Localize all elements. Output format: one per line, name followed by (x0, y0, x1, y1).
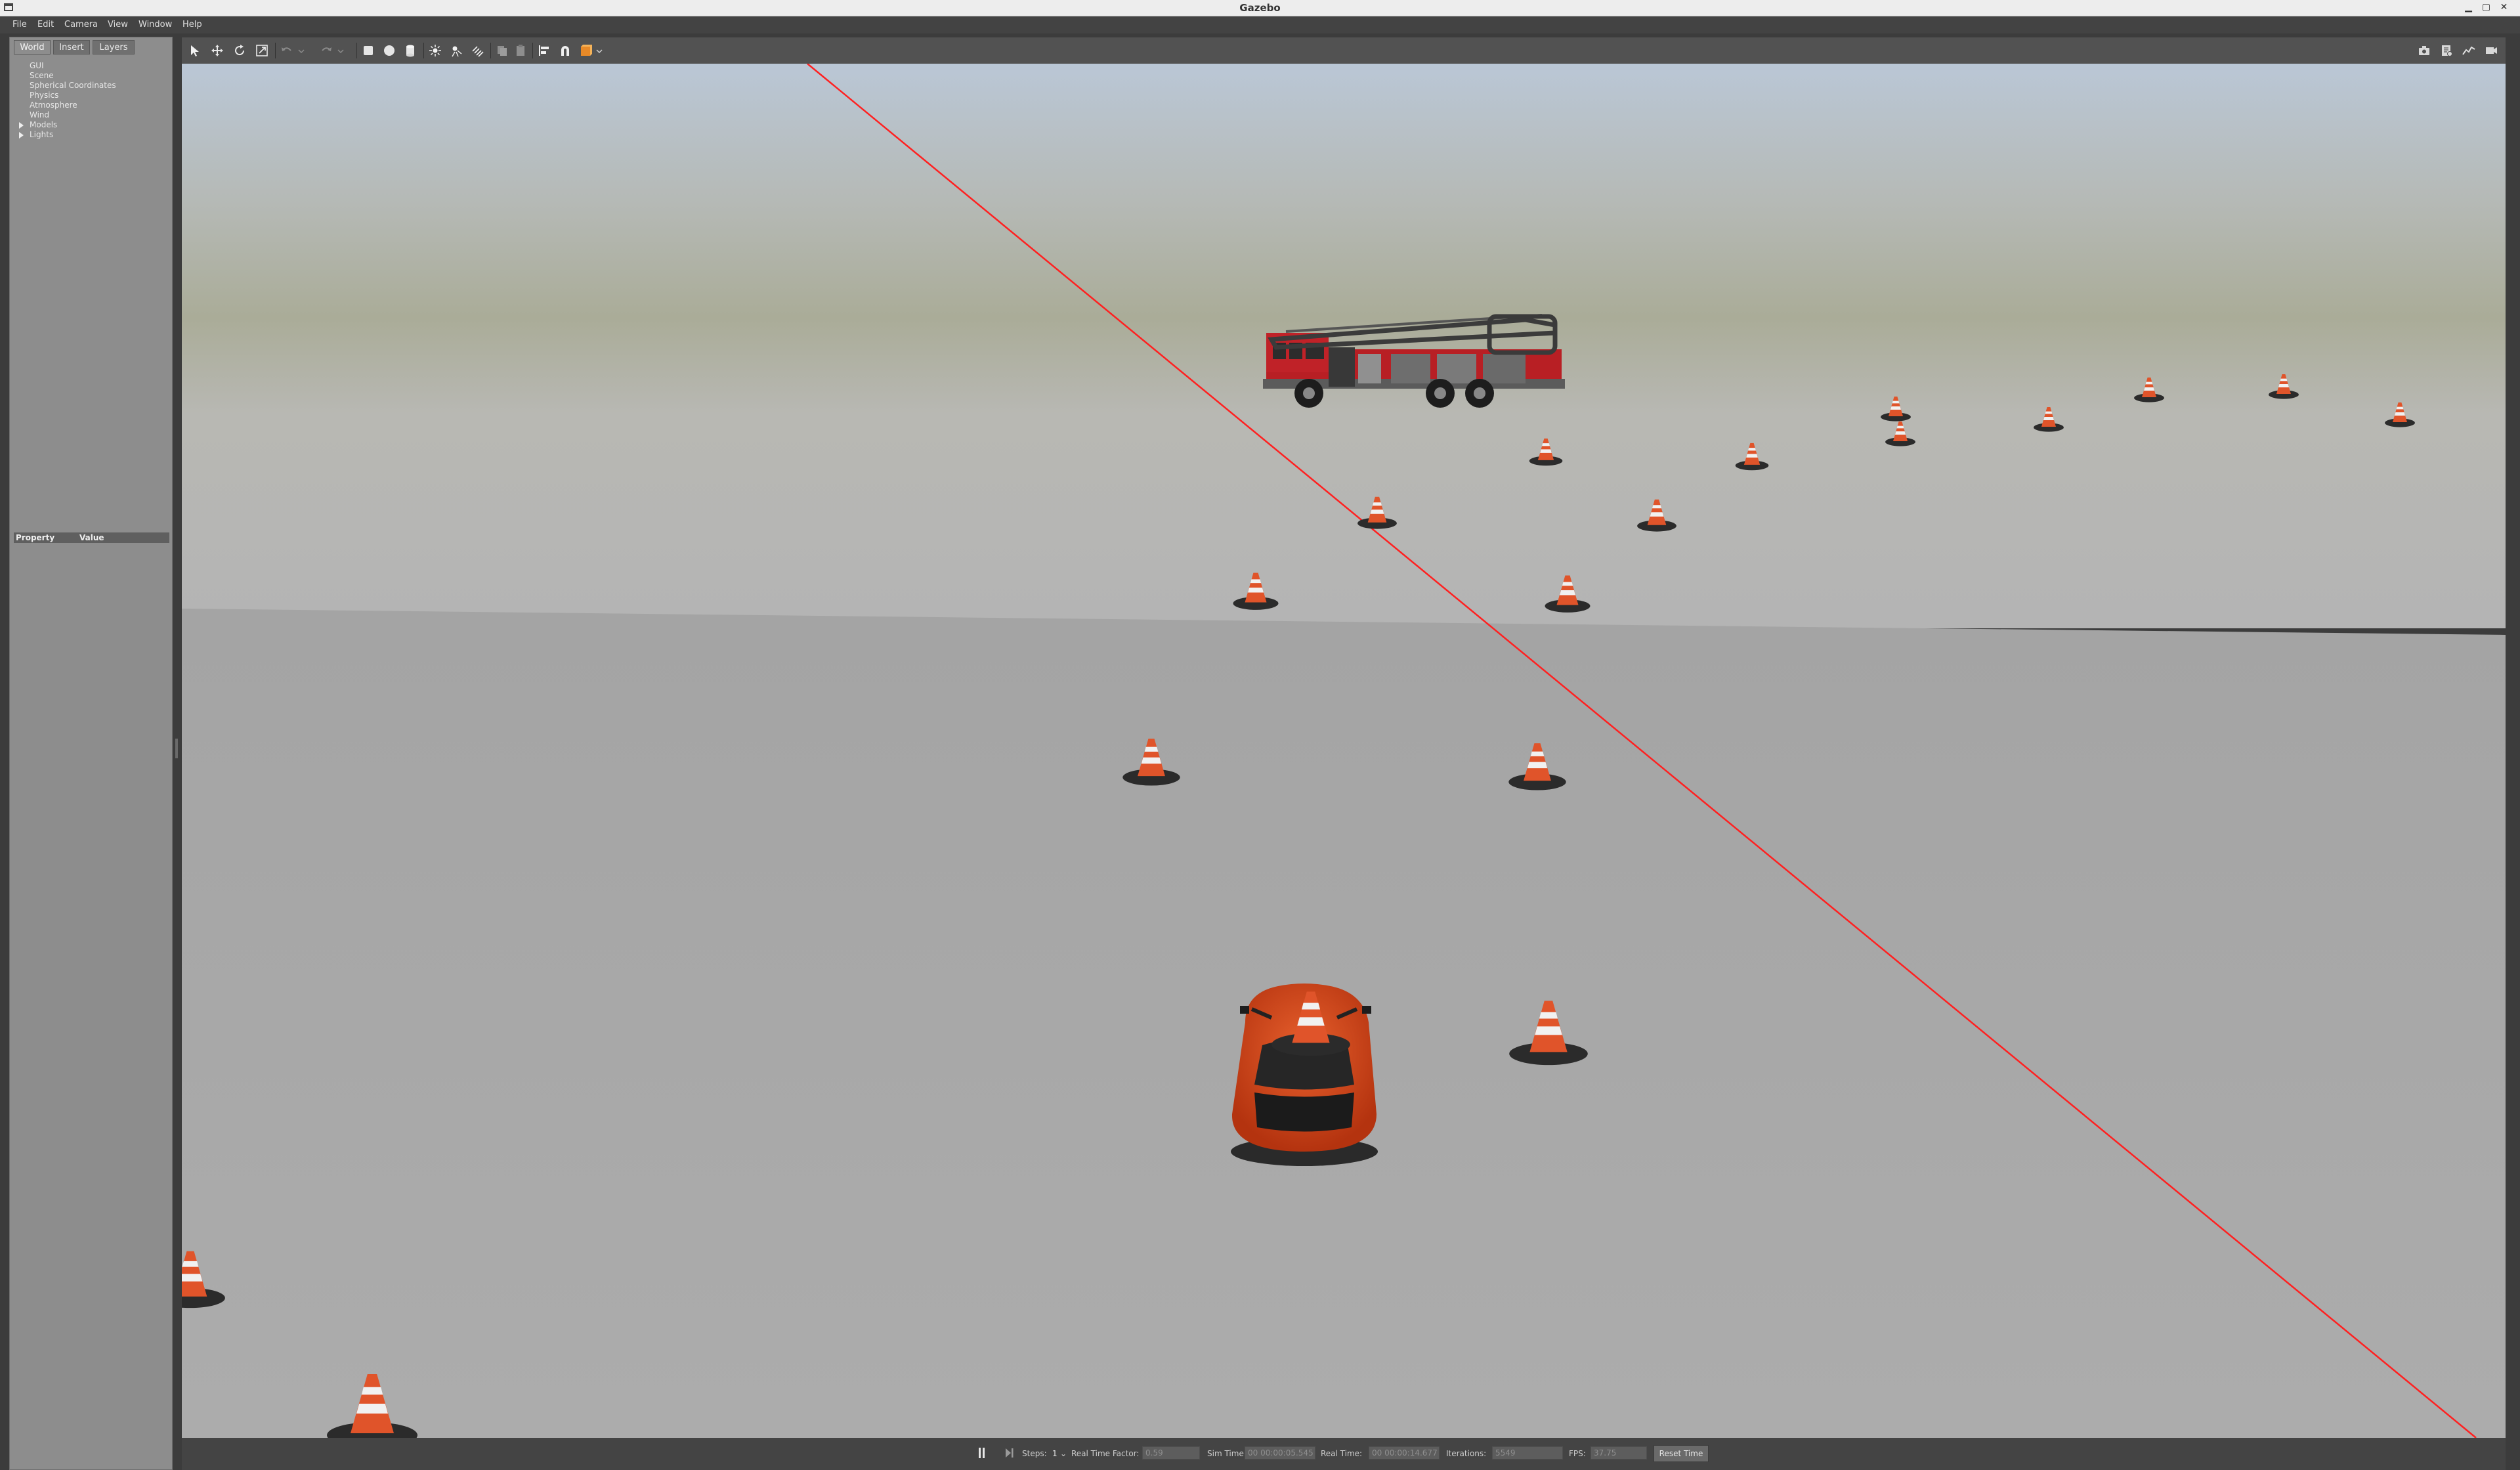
paste-icon[interactable] (514, 44, 527, 57)
menu-help[interactable]: Help (182, 20, 202, 30)
sim-time-field: 00 00:00:05.545 (1245, 1446, 1315, 1459)
undo-history-chevron-icon[interactable] (297, 44, 305, 57)
sphere-shape-icon[interactable] (383, 44, 396, 57)
sim-time-label: Sim Time: (1207, 1449, 1247, 1458)
align-icon[interactable] (538, 44, 551, 57)
menu-edit[interactable]: Edit (37, 20, 54, 30)
plot-icon[interactable] (2462, 44, 2475, 57)
change-view-chevron-icon[interactable] (595, 44, 603, 57)
snap-magnet-icon[interactable] (559, 44, 572, 57)
undo-icon[interactable] (280, 44, 293, 57)
rotate-mode-icon[interactable] (233, 44, 246, 57)
panel-splitter-handle[interactable] (175, 739, 178, 758)
redo-history-chevron-icon[interactable] (337, 44, 345, 57)
steps-value[interactable]: 1 (1052, 1449, 1057, 1458)
expand-models-icon[interactable] (19, 122, 24, 129)
log-icon[interactable] (2440, 44, 2453, 57)
screenshot-camera-icon[interactable] (2418, 44, 2431, 57)
left-panel: World Insert Layers GUI Scene Spherical … (9, 37, 173, 1470)
scene-render[interactable] (182, 64, 2506, 1438)
real-time-field: 00 00:00:14.677 (1369, 1446, 1440, 1459)
tab-world[interactable]: World (14, 40, 51, 54)
tab-insert[interactable]: Insert (53, 40, 90, 54)
copy-icon[interactable] (496, 44, 509, 57)
box-shape-icon[interactable] (362, 44, 375, 57)
3d-viewport[interactable] (182, 64, 2506, 1438)
tree-item-wind[interactable]: Wind (30, 110, 49, 119)
tree-item-physics[interactable]: Physics (30, 91, 58, 100)
toolbar-separator (356, 43, 357, 58)
tree-item-gui[interactable]: GUI (30, 61, 44, 70)
tree-item-atmosphere[interactable]: Atmosphere (30, 100, 77, 110)
toolbar-separator (423, 43, 424, 58)
iterations-field: 5549 (1492, 1446, 1563, 1459)
tab-layers[interactable]: Layers (93, 40, 135, 54)
value-column-header: Value (79, 533, 104, 542)
menu-window[interactable]: Window (139, 20, 172, 30)
real-time-factor-field: 0.59 (1142, 1446, 1200, 1459)
tree-item-models[interactable]: Models (30, 120, 57, 129)
steps-chevron-icon[interactable]: ⌄ (1060, 1449, 1067, 1458)
pause-icon[interactable] (978, 1448, 986, 1458)
close-icon[interactable]: ✕ (2498, 2, 2509, 13)
real-time-factor-label: Real Time Factor: (1071, 1449, 1140, 1458)
fps-label: FPS: (1569, 1449, 1586, 1458)
steps-label: Steps: (1022, 1449, 1047, 1458)
property-column-header: Property (16, 533, 55, 542)
real-time-label: Real Time: (1321, 1449, 1363, 1458)
spot-light-icon[interactable] (450, 44, 463, 57)
toolbar-separator (275, 43, 276, 58)
menu-bar: File Edit Camera View Window Help (0, 16, 2520, 33)
redo-icon[interactable] (320, 44, 333, 57)
toolbar-separator (490, 43, 491, 58)
minimize-icon[interactable]: ▁ (2463, 2, 2474, 13)
toolbar-separator (532, 43, 533, 58)
expand-lights-icon[interactable] (19, 132, 24, 139)
directional-light-icon[interactable] (471, 44, 484, 57)
iterations-label: Iterations: (1446, 1449, 1487, 1458)
step-icon[interactable] (1005, 1448, 1014, 1458)
title-bar: Gazebo ▁ ▢ ✕ (0, 0, 2520, 16)
tree-item-lights[interactable]: Lights (30, 130, 53, 139)
translate-mode-icon[interactable] (211, 44, 224, 57)
point-light-icon[interactable] (429, 44, 442, 57)
cylinder-shape-icon[interactable] (404, 44, 417, 57)
toolbar (182, 37, 2506, 64)
video-record-icon[interactable] (2485, 44, 2498, 57)
window-title: Gazebo (1239, 2, 1281, 14)
menu-view[interactable]: View (108, 20, 128, 30)
select-mode-icon[interactable] (188, 44, 202, 57)
status-bar: Steps: 1 ⌄ Real Time Factor: 0.59 Sim Ti… (182, 1438, 2506, 1470)
fps-field: 37.75 (1591, 1446, 1647, 1459)
property-table-header: Property Value (14, 532, 169, 543)
menu-file[interactable]: File (12, 20, 27, 30)
scale-mode-icon[interactable] (255, 44, 268, 57)
menu-camera[interactable]: Camera (64, 20, 98, 30)
tree-item-spherical-coordinates[interactable]: Spherical Coordinates (30, 81, 116, 90)
change-view-angle-icon[interactable] (580, 44, 593, 57)
tree-item-scene[interactable]: Scene (30, 71, 54, 80)
reset-time-button[interactable]: Reset Time (1654, 1445, 1709, 1462)
maximize-icon[interactable]: ▢ (2481, 2, 2492, 13)
